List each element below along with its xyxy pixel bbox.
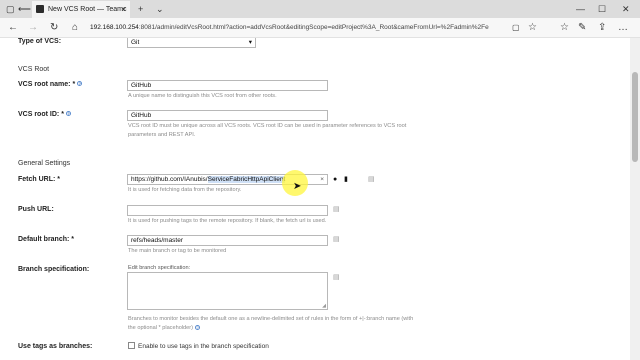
favorite-star-icon[interactable]: ☆ <box>528 21 537 35</box>
default-branch-input[interactable]: refs/heads/master <box>127 235 328 246</box>
default-branch-label-text: Default branch: <box>18 236 70 243</box>
tab-title: New VCS Root — Teamc <box>48 6 127 13</box>
forward-icon[interactable]: → <box>28 21 38 35</box>
root-id-label: VCS root ID: *? <box>18 111 71 118</box>
required-marker: * <box>57 176 61 183</box>
tab-close-icon[interactable]: × <box>121 1 126 18</box>
maximize-icon[interactable]: ☐ <box>598 2 606 16</box>
branch-spec-hint-line1: Branches to monitor besides the default … <box>128 316 414 322</box>
url-host: 192.168.100.254 <box>90 24 139 31</box>
resize-handle-icon[interactable]: ◢ <box>322 303 326 309</box>
clear-input-icon[interactable]: × <box>320 175 324 184</box>
minimize-icon[interactable]: — <box>576 2 585 16</box>
required-marker: * <box>71 236 75 243</box>
root-id-input[interactable]: GitHub <box>127 110 328 121</box>
fetch-url-hint: It is used for fetching data from the re… <box>128 187 242 193</box>
fetch-url-selected-text: ServiceFabricHttpApiClient <box>207 176 286 183</box>
root-name-label-text: VCS root name: <box>18 81 71 88</box>
use-tags-label: Use tags as branches: <box>18 343 93 350</box>
branch-spec-label: Branch specification: <box>18 266 90 273</box>
required-marker: * <box>72 81 76 88</box>
vcs-type-label: Type of VCS: <box>18 38 62 45</box>
help-icon[interactable]: ? <box>77 81 83 86</box>
root-id-hint-line2: parameters and REST API. <box>128 132 196 138</box>
use-tags-checkbox[interactable] <box>128 342 135 349</box>
branch-spec-hint-line2-text: the optional * placeholder) <box>128 325 193 331</box>
address-toolbar: ← → ↻ ⌂ 192.168.100.254:8081/admin/editV… <box>0 18 640 38</box>
scrollbar-thumb[interactable] <box>632 72 638 162</box>
push-url-input[interactable] <box>127 205 328 216</box>
default-branch-label: Default branch: * <box>18 236 74 243</box>
field-options-icon[interactable]: ▤ <box>333 274 340 282</box>
vcs-type-value: Git <box>131 39 140 46</box>
fetch-url-prefix: https://github.com/IAnubis/ <box>131 176 208 183</box>
root-name-input[interactable]: GitHub <box>127 80 328 91</box>
default-branch-hint: The main branch or tag to be monitored <box>128 248 227 254</box>
help-icon[interactable]: ? <box>65 111 71 116</box>
root-id-label-text: VCS root ID: <box>18 111 60 118</box>
tab-back-icon[interactable]: ⟵ <box>18 2 31 16</box>
favorites-hub-icon[interactable]: ☆ <box>560 21 569 35</box>
fetch-url-label: Fetch URL: * <box>18 176 60 183</box>
tab-list-chevron-icon[interactable]: ⌄ <box>156 2 164 16</box>
tab-new-vcs-root[interactable]: New VCS Root — Teamc × <box>32 1 130 18</box>
delete-icon[interactable]: ▮ <box>344 176 348 184</box>
required-marker: * <box>61 111 64 118</box>
fetch-url-label-text: Fetch URL: <box>18 176 56 183</box>
branch-spec-hint-line2: the optional * placeholder)? <box>128 325 200 331</box>
share-icon[interactable]: ⇪ <box>598 21 606 35</box>
refresh-icon[interactable]: ↻ <box>50 21 58 35</box>
github-icon[interactable]: ● <box>333 176 337 184</box>
help-icon[interactable]: ? <box>195 325 200 330</box>
field-options-icon[interactable]: ▤ <box>333 206 340 214</box>
branch-spec-edit-label: Edit branch specification: <box>128 265 191 271</box>
tab-actions-icon[interactable]: ▢ <box>6 2 15 16</box>
push-url-label: Push URL: <box>18 206 54 213</box>
close-window-icon[interactable]: ✕ <box>622 2 630 16</box>
back-icon[interactable]: ← <box>8 21 18 35</box>
new-tab-icon[interactable]: + <box>138 2 143 16</box>
vcs-type-select[interactable]: Git ▾ <box>127 38 256 48</box>
dropdown-arrow-icon: ▾ <box>248 39 252 46</box>
browser-titlebar: ▢ ⟵ New VCS Root — Teamc × + ⌄ — ☐ ✕ <box>0 0 640 18</box>
teamcity-favicon-icon <box>36 5 44 13</box>
more-icon[interactable]: … <box>618 21 628 35</box>
root-name-label: VCS root name: *? <box>18 81 83 88</box>
section-general-settings: General Settings <box>18 160 71 167</box>
use-tags-checkbox-label: Enable to use tags in the branch specifi… <box>138 343 269 350</box>
push-url-hint: It is used for pushing tags to the remot… <box>128 218 327 224</box>
address-bar[interactable]: 192.168.100.254:8081/admin/editVcsRoot.h… <box>90 20 520 36</box>
page-scrollbar[interactable] <box>630 38 640 360</box>
reading-view-icon[interactable]: ▢ <box>512 21 520 35</box>
root-id-hint-line1: VCS root ID must be unique across all VC… <box>128 123 407 129</box>
url-path: :8081/admin/editVcsRoot.html?action=addV… <box>138 24 489 31</box>
root-name-hint: A unique name to distinguish this VCS ro… <box>128 93 277 99</box>
section-vcs-root: VCS Root <box>18 66 50 73</box>
web-notes-icon[interactable]: ✎ <box>578 21 586 35</box>
home-icon[interactable]: ⌂ <box>72 21 78 35</box>
page-content: Type of VCS: Git ▾ VCS Root VCS root nam… <box>0 38 630 360</box>
branch-spec-textarea[interactable]: ◢ <box>127 272 328 310</box>
mouse-pointer-icon: ➤ <box>293 181 302 192</box>
field-options-icon[interactable]: ▤ <box>333 236 340 244</box>
field-options-icon[interactable]: ▤ <box>368 176 375 184</box>
